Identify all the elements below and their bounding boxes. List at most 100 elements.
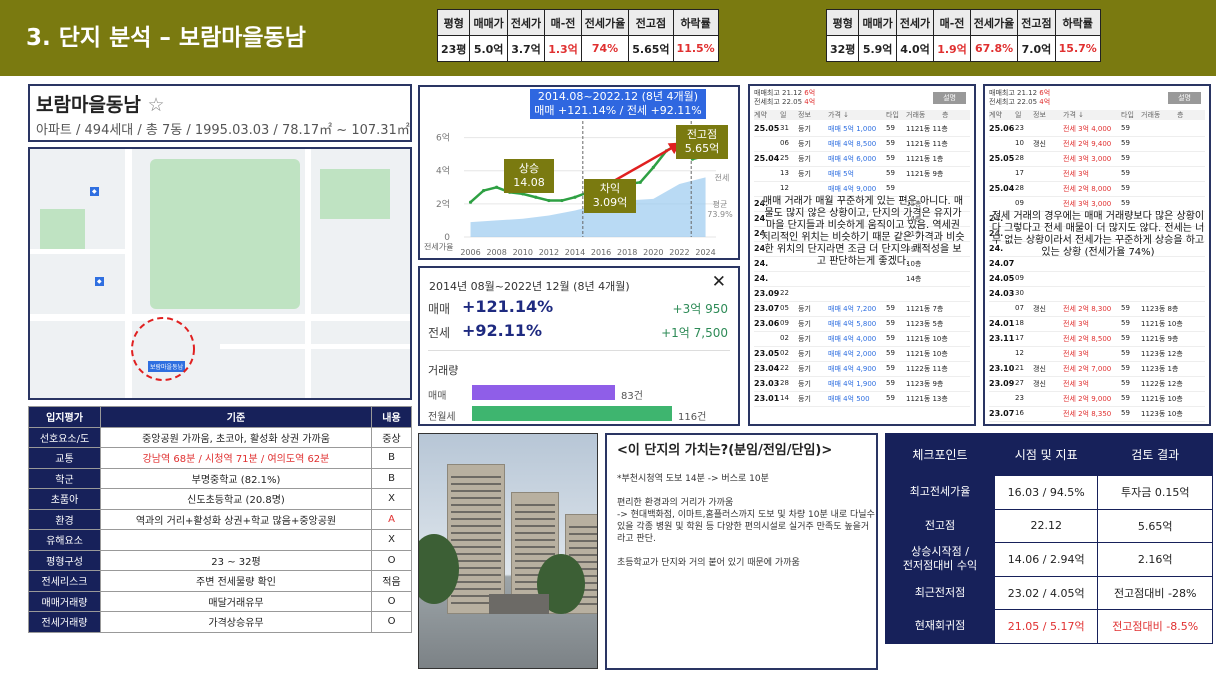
transaction-row[interactable]: 23.07 05 등기 매매 4억 7,200 59 1121동 7층 bbox=[754, 304, 970, 317]
chart-period-header: 2014.08~2022.12 (8년 4개월) 매매 +121.14% / 전… bbox=[530, 89, 706, 119]
stat-v: 5.9억 bbox=[858, 35, 897, 62]
stat-h: 전고점 bbox=[628, 9, 674, 36]
check-result: 투자금 0.15억 bbox=[1097, 475, 1213, 510]
transaction-cell: 전세 2억 8,300 bbox=[1063, 305, 1112, 313]
transaction-cell: 59 bbox=[886, 139, 895, 147]
stat-v: 15.7% bbox=[1054, 35, 1101, 62]
road bbox=[220, 344, 410, 349]
check-key: 상승시작점 / 전저점대비 수익 bbox=[885, 542, 995, 577]
transaction-cell: 갱신 bbox=[1033, 305, 1046, 313]
info-button[interactable]: 설명 bbox=[1168, 92, 1201, 104]
transaction-cell: 59 bbox=[886, 364, 895, 372]
transaction-row[interactable]: 23.09 22 bbox=[754, 289, 970, 302]
transaction-row[interactable]: 25.05 31 등기 매매 5억 1,000 59 1121동 11층 bbox=[754, 124, 970, 137]
stat-h: 전세가 bbox=[895, 9, 935, 36]
location-map[interactable]: ◆ ◆ 보람마을동남 bbox=[28, 147, 412, 400]
transaction-row[interactable]: 24.01 18 전세 3억 59 1121동 10층 bbox=[989, 319, 1205, 332]
stat-h: 매-전 bbox=[933, 9, 971, 36]
transaction-cell: 등기 bbox=[798, 365, 811, 373]
info-button[interactable]: 설명 bbox=[933, 92, 966, 104]
transaction-row[interactable]: 10 갱신 전세 2억 9,400 59 bbox=[989, 139, 1205, 152]
transaction-cell: 등기 bbox=[798, 140, 811, 148]
transaction-row[interactable]: 23.04 22 등기 매매 4억 4,900 59 1122동 11층 bbox=[754, 364, 970, 377]
panel-top: 매매최고 21.12 6억 전세최고 22.05 4억 bbox=[989, 89, 1050, 107]
transaction-cell: 25.05 bbox=[989, 154, 1015, 163]
stat-v: 7.0억 bbox=[1017, 35, 1056, 62]
eval-value: B bbox=[371, 447, 412, 469]
transaction-row[interactable]: 23.03 28 등기 매매 4억 1,900 59 1123동 9층 bbox=[754, 379, 970, 392]
stat-value-row: 32평 5.9억 4.0억 1.9억 67.8% 7.0억 15.7% bbox=[825, 35, 1101, 62]
check-point: 22.12 bbox=[993, 508, 1099, 543]
transaction-cell: 전세 3억 bbox=[1063, 350, 1089, 358]
transaction-row[interactable]: 07 갱신 전세 2억 8,300 59 1123동 8층 bbox=[989, 304, 1205, 317]
transaction-cell: 59 bbox=[886, 349, 895, 357]
eval-criteria: 강남역 68분 / 시청역 71분 / 여의도역 62분 bbox=[100, 447, 372, 469]
transaction-cell: 전세 3억 bbox=[1063, 170, 1089, 178]
transaction-cell: 17 bbox=[1015, 334, 1024, 342]
stat-value-row: 23평 5.0억 3.7억 1.3억 74% 5.65억 11.5% bbox=[436, 35, 719, 62]
transaction-cell: 59 bbox=[1121, 139, 1130, 147]
transaction-row[interactable]: 23.10 21 갱신 전세 2억 7,000 59 1123동 1층 bbox=[989, 364, 1205, 377]
eval-criteria: 중앙공원 가까움, 초코아, 활성화 상권 가까움 bbox=[100, 426, 372, 448]
stat-table-23: 평형 매매가 전세가 매-전 전세가율 전고점 하락률 23평 5.0억 3.7… bbox=[436, 9, 719, 62]
transaction-cell: 1123동 5층 bbox=[906, 320, 944, 328]
complex-subtitle: 아파트 / 494세대 / 총 7동 / 1995.03.03 / 78.17㎡… bbox=[36, 123, 410, 138]
transaction-cell: 23.03 bbox=[754, 379, 780, 388]
transaction-cell: 07 bbox=[1015, 304, 1024, 312]
location-eval-table: 입지평가 기준 내용 선호요소/도 중앙공원 가까움, 초코아, 활성화 상권 가… bbox=[28, 406, 412, 633]
check-row: 최근전저점 23.02 / 4.05억 전고점대비 -28% bbox=[885, 575, 1213, 610]
transaction-cell: 등기 bbox=[798, 170, 811, 178]
transaction-cell: 06 bbox=[780, 139, 789, 147]
map-tag: ◆ bbox=[95, 277, 104, 286]
transaction-row[interactable]: 25.04 28 전세 2억 8,000 59 bbox=[989, 184, 1205, 197]
transaction-row[interactable]: 02 등기 매매 4억 4,000 59 1121동 10층 bbox=[754, 334, 970, 347]
star-icon[interactable]: ☆ bbox=[148, 94, 165, 116]
eval-key: 선호요소/도 bbox=[28, 426, 101, 448]
transaction-row[interactable]: 25.05 28 전세 3억 3,000 59 bbox=[989, 154, 1205, 167]
stat-v: 32평 bbox=[825, 35, 860, 62]
chart-period: 2014.08~2022.12 (8년 4개월) bbox=[537, 90, 699, 103]
volume-bar-sale bbox=[472, 385, 615, 400]
stat-table-32: 평형 매매가 전세가 매-전 전세가율 전고점 하락률 32평 5.9억 4.0… bbox=[825, 9, 1101, 62]
transaction-row[interactable]: 24.07 bbox=[989, 259, 1205, 272]
eval-h: 기준 bbox=[100, 406, 372, 428]
transaction-row[interactable]: 23.07 16 전세 2억 8,350 59 1123동 10층 bbox=[989, 409, 1205, 422]
series-point-매매 bbox=[481, 189, 486, 193]
transaction-cell: 24.03 bbox=[989, 289, 1015, 298]
transaction-row[interactable]: 23.05 02 등기 매매 4억 2,000 59 1121동 10층 bbox=[754, 349, 970, 362]
transaction-row[interactable]: 23.06 09 등기 매매 4억 5,800 59 1123동 5층 bbox=[754, 319, 970, 332]
road bbox=[305, 149, 311, 398]
transaction-row[interactable]: 12 전세 3억 59 1123동 12층 bbox=[989, 349, 1205, 362]
transaction-row[interactable]: 23.01 14 등기 매매 4억 500 59 1121동 13층 bbox=[754, 394, 970, 407]
check-row: 상승시작점 / 전저점대비 수익 14.06 / 2.94억 2.16억 bbox=[885, 542, 1213, 577]
transaction-cell: 매매 4억 8,500 bbox=[828, 140, 877, 148]
y-tick-label: 6억 bbox=[436, 132, 450, 144]
transaction-row[interactable]: 25.04 25 등기 매매 4억 6,000 59 1121동 1층 bbox=[754, 154, 970, 167]
transaction-row[interactable]: 25.06 23 전세 3억 4,000 59 bbox=[989, 124, 1205, 137]
transaction-row[interactable]: 23.11 17 전세 2억 8,500 59 1121동 9층 bbox=[989, 334, 1205, 347]
series-point-매매 bbox=[638, 180, 642, 184]
x-tick-label: 2020 bbox=[643, 248, 663, 257]
rate-row-sale: 매매 +121.14% +3억 950 bbox=[428, 296, 728, 318]
transaction-cell: 17 bbox=[1015, 169, 1024, 177]
eval-criteria bbox=[100, 529, 372, 551]
check-h: 체크포인트 bbox=[885, 433, 995, 476]
x-tick-label: 2008 bbox=[486, 248, 506, 257]
eval-criteria: 역과의 거리+활성화 상권+학교 많음+중앙공원 bbox=[100, 508, 372, 530]
transaction-row[interactable]: 24.03 30 bbox=[989, 289, 1205, 302]
transaction-row[interactable]: 06 등기 매매 4억 8,500 59 1121동 11층 bbox=[754, 139, 970, 152]
transaction-row[interactable]: 24. 14층 bbox=[754, 274, 970, 287]
transaction-row[interactable]: 13 등기 매매 5억 59 1121동 9층 bbox=[754, 169, 970, 182]
close-icon[interactable]: ✕ bbox=[712, 272, 726, 292]
transaction-row[interactable]: 17 전세 3억 59 bbox=[989, 169, 1205, 182]
transaction-row[interactable]: 23.09 27 갱신 전세 3억 59 1122동 12층 bbox=[989, 379, 1205, 392]
transaction-cell: 1122동 12층 bbox=[1141, 380, 1183, 388]
max-sale-label: 매매최고 21.12 bbox=[754, 89, 805, 97]
transaction-cell: 등기 bbox=[798, 320, 811, 328]
eval-row: 환경 역과의 거리+활성화 상권+학교 많음+중앙공원 A bbox=[28, 508, 412, 530]
transaction-row[interactable]: 24.05 09 bbox=[989, 274, 1205, 287]
transaction-row[interactable]: 23 전세 2억 9,000 59 1121동 10층 bbox=[989, 394, 1205, 407]
rate-label: 매매 bbox=[428, 302, 451, 316]
volume-count: 116건 bbox=[678, 412, 707, 423]
transaction-cell: 등기 bbox=[798, 350, 811, 358]
